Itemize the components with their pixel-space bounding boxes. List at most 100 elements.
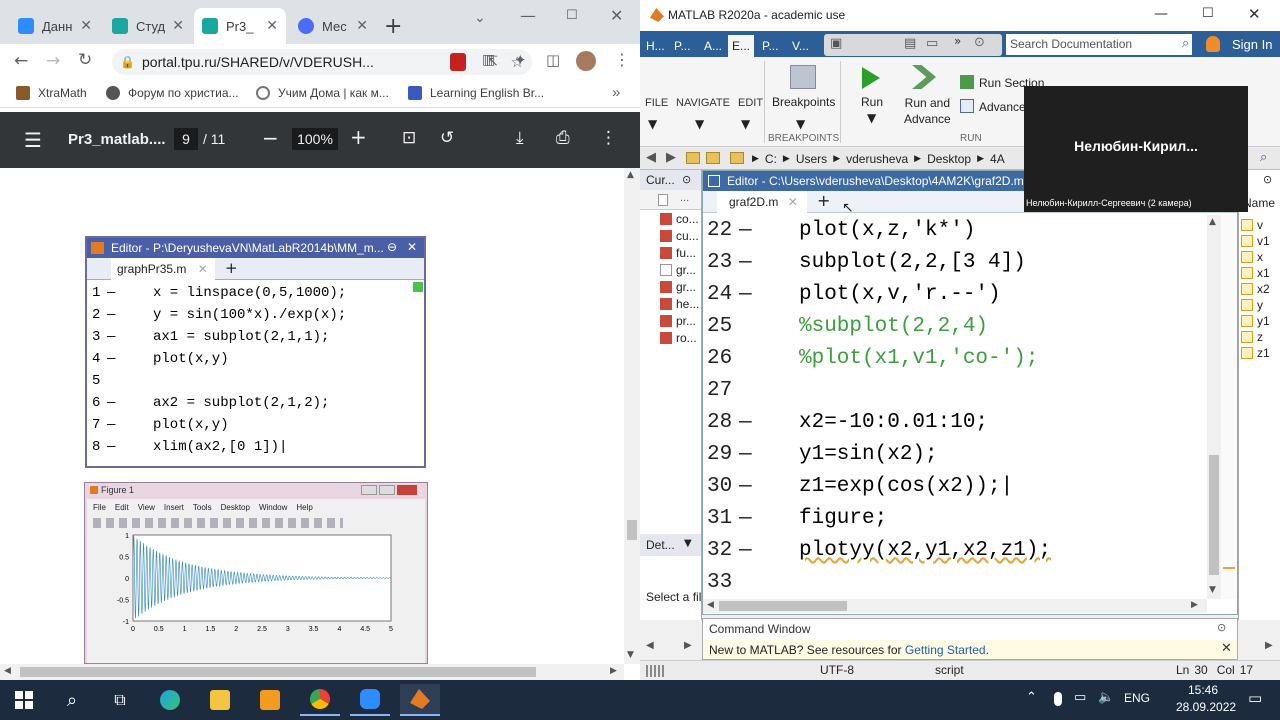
close-tab-icon[interactable]: ✕ <box>266 18 278 34</box>
variable-item[interactable]: z1 <box>1241 346 1270 360</box>
scroll-up-icon[interactable]: ▲ <box>627 170 634 180</box>
bookmark-item[interactable]: Учим Дома | как м... <box>256 86 389 100</box>
scroll-down-icon[interactable]: ▼ <box>627 650 634 660</box>
editor-horizontal-scrollbar[interactable]: ◀ ▶ <box>703 599 1207 613</box>
search-icon[interactable]: ⌕ <box>1260 150 1267 165</box>
file-item[interactable]: cu... <box>660 229 699 243</box>
ribbon-tab-apps[interactable]: A... <box>700 35 726 57</box>
zoom-taskbar-icon[interactable] <box>350 684 390 716</box>
run-icon[interactable] <box>862 67 880 89</box>
close-window-icon[interactable]: ✕ <box>1248 5 1261 23</box>
scroll-right-icon[interactable]: ▶ <box>684 640 692 651</box>
scroll-right-icon[interactable]: ▶ <box>610 666 617 676</box>
file-item[interactable]: fu... <box>660 246 696 260</box>
back-icon[interactable]: ◀ <box>646 150 656 165</box>
acrobat-taskbar-icon[interactable] <box>250 684 290 716</box>
ublock-icon[interactable] <box>450 53 466 71</box>
breakpoints-icon[interactable] <box>790 65 816 89</box>
close-tab-icon[interactable]: ✕ <box>80 18 92 34</box>
puzzle-icon[interactable]: ✦ <box>514 51 527 69</box>
pdf-vertical-scrollbar[interactable]: ▲ ▼ <box>624 168 640 664</box>
close-window-icon[interactable]: ✕ <box>610 6 623 25</box>
breakpoints-button[interactable]: Breakpoints <box>772 95 835 109</box>
scroll-left-icon[interactable]: ◀ <box>707 600 714 610</box>
extension-bars-icon[interactable]: ▥ <box>482 52 495 68</box>
edge-taskbar-icon[interactable] <box>150 684 190 716</box>
forward-icon[interactable]: ▶ <box>666 150 676 165</box>
options-icon[interactable]: ⊙ <box>1263 173 1272 186</box>
chevron-down-icon[interactable]: ▼ <box>796 117 805 131</box>
close-tab-icon[interactable]: ✕ <box>172 18 184 34</box>
hamburger-menu-icon[interactable]: ☰ <box>24 128 42 152</box>
search-icon[interactable]: ⌕ <box>1182 36 1189 51</box>
breakpoint-dash[interactable]: — <box>739 471 752 503</box>
breadcrumb-item[interactable]: Desktop <box>927 152 971 166</box>
navigate-group-label[interactable]: NAVIGATE <box>676 97 730 109</box>
zoom-input[interactable]: 100% <box>292 128 338 150</box>
zoom-in-button[interactable]: + <box>350 125 367 149</box>
browser-tab-4[interactable]: Мес ✕ <box>290 8 376 44</box>
language-indicator[interactable]: ENG <box>1124 691 1150 705</box>
explorer-taskbar-icon[interactable] <box>200 684 240 716</box>
variable-item[interactable]: x <box>1241 250 1263 264</box>
advance-button[interactable]: Advance <box>979 100 1026 114</box>
file-item[interactable]: ro... <box>660 331 697 345</box>
run-section-icon[interactable] <box>960 75 974 89</box>
clock-date[interactable]: 28.09.2022 <box>1176 700 1236 714</box>
paste-icon[interactable]: ▤ <box>904 36 916 51</box>
code-editor[interactable]: 22— plot(x,z,'k*') 23— subplot(2,2,[3 4]) … <box>703 215 1207 599</box>
scroll-thumb[interactable] <box>1209 455 1219 575</box>
forward-icon[interactable]: → <box>46 51 60 71</box>
chevron-up-icon[interactable]: ⌃ <box>1026 690 1037 705</box>
close-tab-icon[interactable]: ✕ <box>356 18 368 34</box>
scroll-thumb[interactable] <box>627 520 637 540</box>
help-icon[interactable]: ⊙ <box>974 35 985 50</box>
video-overlay[interactable]: Нелюбин-Кирил... Нелюбин-Кирилл-Сергееви… <box>1024 86 1248 212</box>
minimize-icon[interactable]: — <box>1154 6 1168 22</box>
file-item[interactable]: co... <box>660 212 699 226</box>
volume-icon[interactable]: 🔈 <box>1098 690 1114 705</box>
variable-item[interactable]: z <box>1241 330 1263 344</box>
breakpoint-dash[interactable]: — <box>739 279 752 311</box>
breakpoint-dash[interactable]: — <box>739 503 752 535</box>
run-button[interactable]: Run <box>861 95 883 109</box>
menu-dots-icon[interactable]: ⋮ <box>614 50 630 69</box>
bookmark-item[interactable]: XtraMath <box>16 86 87 100</box>
notification-bell-icon[interactable] <box>1206 36 1220 52</box>
matlab-taskbar-icon[interactable] <box>400 684 440 716</box>
sidepanel-icon[interactable]: ◫ <box>546 51 560 69</box>
scroll-right-icon[interactable]: ▶ <box>1265 640 1273 651</box>
more-icon[interactable]: » <box>954 34 961 48</box>
advance-icon[interactable] <box>960 99 974 113</box>
folder-up-icon[interactable] <box>686 152 700 164</box>
pdf-horizontal-scrollbar[interactable]: ◀ ▶ <box>0 664 624 680</box>
browser-tab-3-active[interactable]: Pr3_ ✕ <box>194 8 286 44</box>
chevron-down-icon[interactable]: ▼ <box>684 538 692 549</box>
search-documentation-input[interactable]: Search Documentation <box>1006 34 1192 55</box>
file-item[interactable]: he... <box>660 297 699 311</box>
chevron-down-icon[interactable]: ▼ <box>741 117 750 131</box>
getting-started-link[interactable]: Getting Started <box>905 643 986 657</box>
scroll-left-icon[interactable]: ◀ <box>4 666 11 676</box>
variable-item[interactable]: v <box>1241 218 1263 232</box>
scroll-right-icon[interactable]: ▶ <box>1191 600 1198 610</box>
breadcrumb-item[interactable]: C: <box>765 152 777 166</box>
warning-marker[interactable] <box>1223 567 1235 569</box>
scroll-down-icon[interactable]: ▼ <box>1209 585 1216 595</box>
variable-item[interactable]: x1 <box>1241 266 1270 280</box>
more-options-icon[interactable]: ⋮ <box>600 128 617 148</box>
chrome-taskbar-icon[interactable] <box>300 684 340 716</box>
browser-tab-1[interactable]: Данн ✕ <box>10 8 100 44</box>
variable-item[interactable]: v1 <box>1241 234 1270 248</box>
fit-page-icon[interactable]: ⊡ <box>402 128 416 148</box>
scroll-thumb[interactable] <box>719 601 847 611</box>
breakpoint-dash[interactable]: — <box>739 535 752 567</box>
run-and-advance-button[interactable]: Run and Advance <box>904 95 951 127</box>
scroll-thumb[interactable] <box>20 667 536 677</box>
breadcrumb-item[interactable]: Users <box>796 152 827 166</box>
start-button[interactable] <box>4 684 44 716</box>
save-icon[interactable]: ▣ <box>830 36 842 51</box>
breakpoint-dash[interactable]: — <box>739 215 752 247</box>
chevron-down-icon[interactable]: ▼ <box>867 111 876 125</box>
back-icon[interactable]: ← <box>14 51 28 71</box>
